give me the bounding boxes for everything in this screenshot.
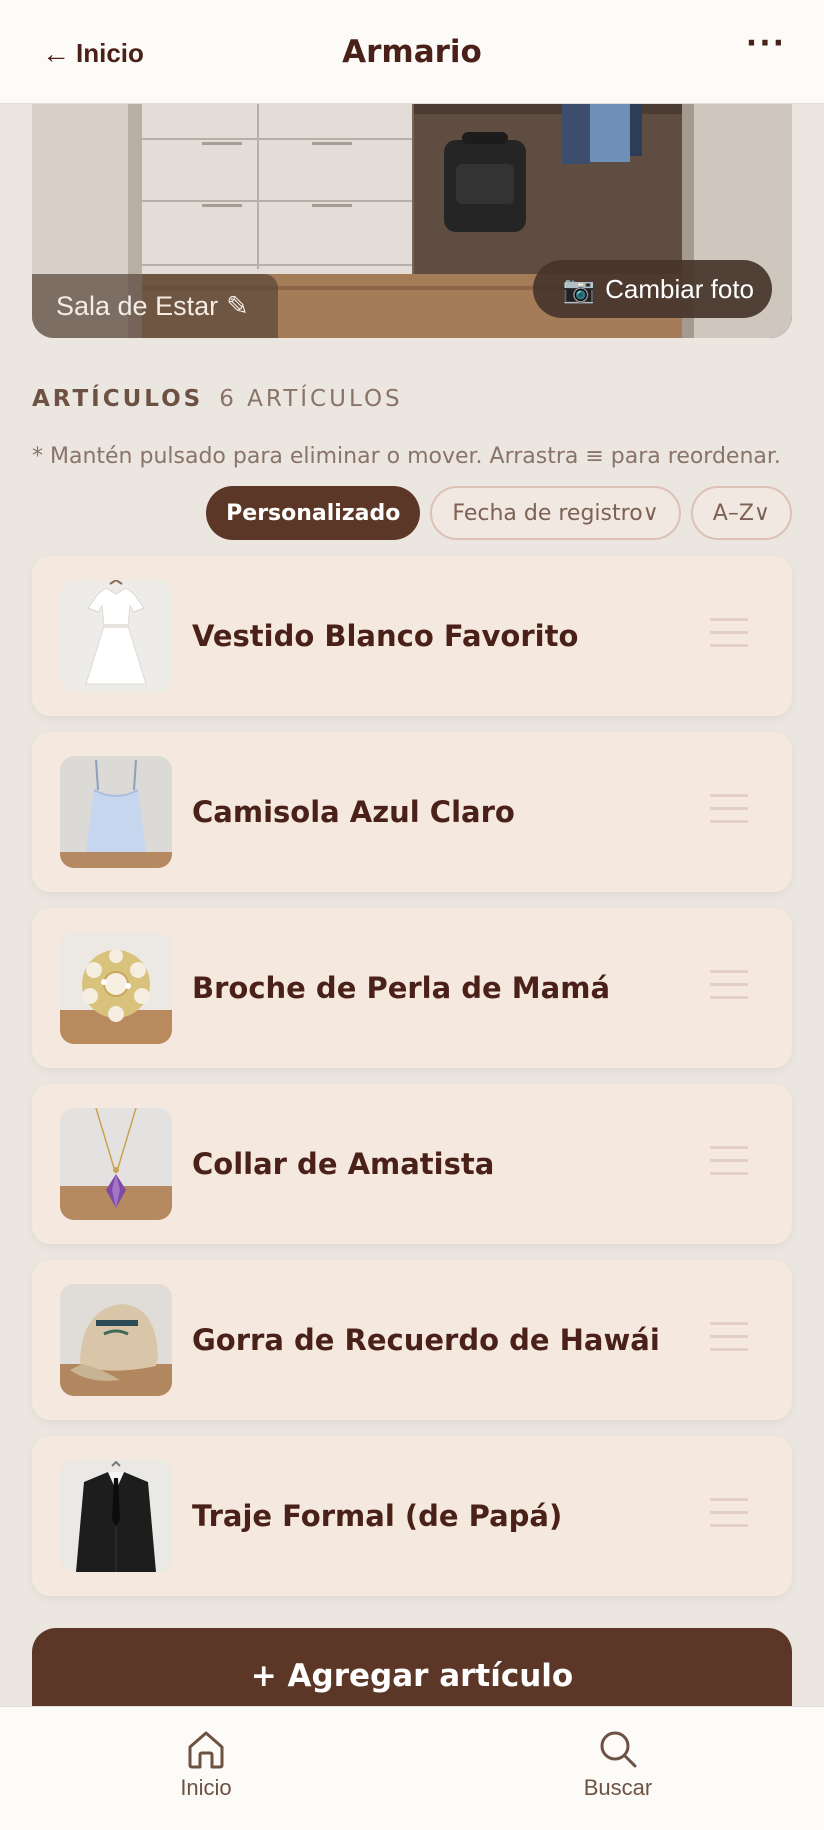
drag-handle-icon[interactable]	[710, 794, 748, 833]
list-item[interactable]: Traje Formal (de Papá)	[32, 1436, 792, 1596]
item-name: Collar de Amatista	[192, 1147, 495, 1181]
item-name: Vestido Blanco Favorito	[192, 619, 579, 653]
page-title: Armario	[342, 34, 482, 70]
items-section-heading: ARTÍCULOS 6 ARTÍCULOS	[32, 386, 403, 412]
sort-options: Personalizado Fecha de registro∨ A–Z∨	[206, 486, 792, 540]
sort-date-chip[interactable]: Fecha de registro∨	[430, 486, 681, 540]
nav-home-label: Inicio	[180, 1775, 232, 1800]
camera-icon: 📷	[562, 273, 596, 304]
drag-handle-icon[interactable]	[710, 1498, 748, 1537]
list-item[interactable]: Vestido Blanco Favorito	[32, 556, 792, 716]
reorder-hint: * Mantén pulsado para eliminar o mover. …	[32, 444, 781, 469]
room-photo: Sala de Estar ✎ 📷 Cambiar foto	[32, 104, 792, 338]
home-icon	[188, 1731, 224, 1769]
hawaii-cap-thumbnail	[60, 1284, 172, 1396]
item-name: Broche de Perla de Mamá	[192, 971, 611, 1005]
list-item[interactable]: Broche de Perla de Mamá	[32, 908, 792, 1068]
more-options-icon[interactable]: ···	[746, 26, 786, 61]
room-name-label: Sala de Estar	[56, 290, 219, 321]
item-name: Traje Formal (de Papá)	[192, 1499, 563, 1533]
section-title: ARTÍCULOS	[32, 386, 204, 412]
item-name: Gorra de Recuerdo de Hawái	[192, 1323, 660, 1357]
pearl-brooch-thumbnail	[60, 932, 172, 1044]
sort-custom-chip[interactable]: Personalizado	[206, 486, 421, 540]
nav-home[interactable]: Inicio	[136, 1727, 276, 1801]
drag-handle-icon[interactable]	[710, 1146, 748, 1185]
list-item[interactable]: Gorra de Recuerdo de Hawái	[32, 1260, 792, 1420]
change-photo-button[interactable]: 📷 Cambiar foto	[532, 260, 772, 318]
list-item[interactable]: Camisola Azul Claro	[32, 732, 792, 892]
drag-handle-icon[interactable]	[710, 970, 748, 1009]
white-dress-thumbnail	[60, 580, 172, 692]
drag-handle-icon[interactable]	[710, 618, 748, 657]
sort-az-chip[interactable]: A–Z∨	[690, 486, 792, 540]
nav-search-label: Buscar	[583, 1775, 653, 1800]
drag-handle-icon[interactable]	[710, 1322, 748, 1361]
top-app-bar: ← Inicio Armario ···	[0, 0, 824, 104]
change-photo-label: Cambiar foto	[605, 273, 754, 304]
item-name: Camisola Azul Claro	[192, 795, 515, 829]
black-suit-thumbnail	[60, 1460, 172, 1572]
blue-camisole-thumbnail	[60, 756, 172, 868]
bottom-navigation: Inicio Buscar	[0, 1706, 824, 1830]
room-name-badge[interactable]: Sala de Estar ✎	[32, 274, 278, 338]
list-item[interactable]: Collar de Amatista	[32, 1084, 792, 1244]
search-icon	[600, 1731, 637, 1768]
pencil-edit-icon: ✎	[226, 290, 249, 321]
item-count: 6 ARTÍCULOS	[219, 386, 403, 412]
items-list: Vestido Blanco Favorito Camisola Azul Cl…	[32, 556, 792, 1612]
nav-search[interactable]: Buscar	[548, 1727, 688, 1801]
amethyst-necklace-thumbnail	[60, 1108, 172, 1220]
